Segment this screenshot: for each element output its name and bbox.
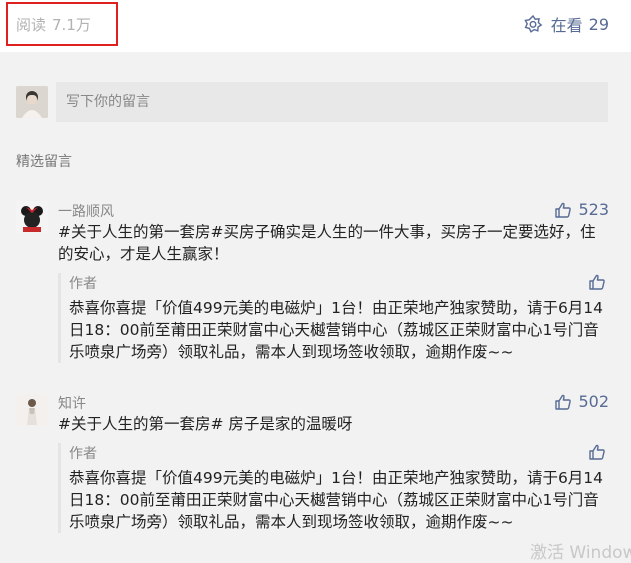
reply-text: 恭喜你喜提「价值499元美的电磁炉」1台！由正荣地产独家赞助，请于6月14日18… <box>69 469 604 531</box>
like-button[interactable]: 502 <box>554 392 609 411</box>
thumbs-up-icon <box>589 274 605 290</box>
read-label: 阅读 <box>16 16 47 34</box>
watching-button[interactable]: 在看 29 <box>523 12 609 36</box>
comment-text: #关于人生的第一套房# 房子是家的温暖呀 <box>58 415 353 433</box>
watching-count: 29 <box>588 14 609 34</box>
like-button[interactable]: 523 <box>554 200 609 219</box>
read-count: 阅读 7.1万 <box>16 14 91 35</box>
article-stats-bar: 阅读 7.1万 在看 29 <box>0 0 631 52</box>
reply-like-button[interactable] <box>588 443 606 465</box>
thumbs-up-icon <box>555 202 572 218</box>
reply-text: 恭喜你喜提「价值499元美的电磁炉」1台！由正荣地产独家赞助，请于6月14日18… <box>69 299 604 361</box>
read-count-value: 7.1万 <box>52 16 91 34</box>
comment-input[interactable]: 写下你的留言 <box>56 82 608 122</box>
author-reply: 作者 恭喜你喜提「价值499元美的电磁炉」1台！由正荣地产独家赞助，请于6月14… <box>58 273 608 363</box>
like-count: 523 <box>578 200 609 219</box>
reply-author: 作者 <box>69 446 97 462</box>
thumbs-up-icon <box>589 444 605 460</box>
commenter-avatar <box>16 394 48 426</box>
reply-like-button[interactable] <box>588 273 606 295</box>
reply-author: 作者 <box>69 276 97 292</box>
commenter-name: 一路顺风 <box>58 204 114 220</box>
commenter-name: 知许 <box>58 396 86 412</box>
activation-watermark: 激活 Windows <box>530 543 631 563</box>
comment-text: #关于人生的第一套房#买房子确实是人生的一件大事，买房子一定要选好，住的安心，才… <box>58 223 596 263</box>
section-title: 精选留言 <box>16 154 72 170</box>
commenter-avatar <box>16 201 48 233</box>
comment-input-placeholder: 写下你的留言 <box>66 94 150 110</box>
my-avatar <box>16 86 48 118</box>
thumbs-up-icon <box>555 394 572 410</box>
like-count: 502 <box>578 392 609 411</box>
watching-label: 在看 <box>550 16 583 35</box>
flower-icon <box>523 14 543 33</box>
author-reply: 作者 恭喜你喜提「价值499元美的电磁炉」1台！由正荣地产独家赞助，请于6月14… <box>58 443 608 533</box>
